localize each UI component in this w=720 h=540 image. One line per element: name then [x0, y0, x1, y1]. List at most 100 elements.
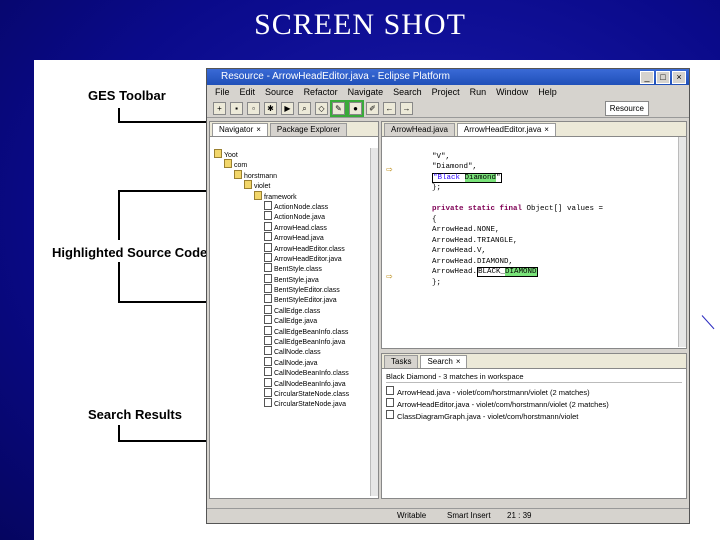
file-icon [264, 377, 272, 387]
tab-tasks[interactable]: Tasks [384, 355, 419, 368]
java-file-icon [386, 386, 394, 395]
run-icon[interactable]: ▶ [281, 101, 294, 115]
back-icon[interactable]: ← [383, 101, 396, 115]
tree-item-label: BentStyle.class [274, 266, 322, 274]
code-text: ArrowHead. [432, 268, 478, 276]
search-result-item[interactable]: ArrowHead.java - violet/com/horstmann/vi… [386, 386, 682, 398]
tree-item[interactable]: framework [214, 190, 378, 201]
menu-bar: File Edit Source Refactor Navigate Searc… [207, 85, 689, 99]
tree-item[interactable]: BentStyle.class [214, 263, 378, 273]
new-icon[interactable]: + [213, 101, 226, 115]
menu-help[interactable]: Help [538, 85, 557, 99]
tree-item-label: CallNode.java [274, 359, 318, 367]
tree-item[interactable]: BentStyleEditor.java [214, 294, 378, 304]
close-button[interactable]: × [672, 71, 686, 84]
status-bar: Writable Smart Insert 21 : 39 [207, 508, 689, 523]
ges-search-icon[interactable]: ● [347, 99, 364, 117]
menu-search[interactable]: Search [393, 85, 422, 99]
tree-item[interactable]: CallEdgeBeanInfo.java [214, 336, 378, 346]
tree-item[interactable]: CircularStateNode.class [214, 387, 378, 398]
tree-item[interactable]: com [214, 159, 378, 169]
annotation-icon[interactable]: ✐ [366, 101, 379, 115]
tree-item[interactable]: CallNode.java [214, 356, 378, 367]
tree-item[interactable]: ArrowHead.java [214, 232, 378, 242]
tree-item[interactable]: horstmann [214, 169, 378, 180]
perspective-switcher[interactable]: Resource [604, 101, 649, 116]
marker-arrow-icon: ⇨ [386, 272, 393, 281]
search-results: Black Diamond - 3 matches in workspace A… [382, 369, 686, 424]
tree-item[interactable]: CallNodeBeanInfo.class [214, 367, 378, 377]
close-icon[interactable]: × [456, 357, 461, 366]
open-type-icon[interactable]: ◇ [315, 101, 328, 115]
tree-item[interactable]: ActionNode.class [214, 200, 378, 211]
tree-item[interactable]: CallNodeBeanInfo.java [214, 377, 378, 388]
menu-navigate[interactable]: Navigate [348, 85, 384, 99]
code-line-highlighted: "Black Diamond" [432, 172, 686, 184]
menu-refactor[interactable]: Refactor [304, 85, 338, 99]
tree-item[interactable]: CircularStateNode.java [214, 398, 378, 408]
file-icon [264, 304, 272, 314]
file-icon [264, 284, 272, 294]
forward-icon[interactable]: → [400, 101, 413, 115]
code-line: ArrowHead.TRIANGLE, [432, 236, 518, 245]
tree-item[interactable]: CallEdge.class [214, 304, 378, 315]
close-icon[interactable]: × [544, 125, 549, 134]
tree-item[interactable]: ArrowHead.class [214, 221, 378, 232]
search-result-item[interactable]: ArrowHeadEditor.java - violet/com/horstm… [386, 398, 682, 410]
tree-item[interactable]: BentStyle.java [214, 273, 378, 284]
tree-item[interactable]: violet [214, 180, 378, 190]
code-line: }; [432, 184, 442, 192]
tree-item[interactable]: ArrowHeadEditor.class [214, 242, 378, 253]
save-icon[interactable]: ▪ [230, 101, 243, 115]
menu-window[interactable]: Window [496, 85, 528, 99]
tab-arrowhead-java[interactable]: ArrowHead.java [384, 123, 455, 136]
tree-item[interactable]: ActionNode.java [214, 211, 378, 221]
tab-navigator[interactable]: Navigator × [212, 123, 268, 136]
tree-item-label: horstmann [244, 172, 278, 180]
menu-file[interactable]: File [215, 85, 230, 99]
tree-item[interactable]: CallEdge.java [214, 315, 378, 325]
tab-search[interactable]: Search × [420, 355, 468, 368]
tree-item[interactable]: CallEdgeBeanInfo.class [214, 325, 378, 336]
tree-item[interactable]: ArrowHeadEditor.java [214, 252, 378, 263]
editor-tabs: ArrowHead.java ArrowHeadEditor.java × [382, 122, 686, 137]
close-icon[interactable]: × [256, 125, 261, 134]
debug-icon[interactable]: ✱ [264, 101, 277, 115]
menu-run[interactable]: Run [470, 85, 487, 99]
menu-project[interactable]: Project [432, 85, 460, 99]
menu-source[interactable]: Source [265, 85, 294, 99]
code-string-end: " [496, 173, 501, 182]
window-title: Resource - ArrowHeadEditor.java - Eclips… [221, 71, 450, 82]
editor-scrollbar[interactable] [678, 137, 686, 347]
callout-search: Search Results [88, 407, 182, 422]
tree-item-label: ActionNode.class [274, 203, 329, 211]
menu-edit[interactable]: Edit [240, 85, 256, 99]
print-icon[interactable]: ▫ [247, 101, 260, 115]
file-icon [264, 315, 272, 325]
leader-source-v2 [118, 262, 120, 302]
tree-item[interactable]: Yoot [214, 149, 378, 159]
tab-arrowheadeditor-java[interactable]: ArrowHeadEditor.java × [456, 123, 556, 136]
minimize-button[interactable]: _ [640, 71, 654, 84]
status-insert-mode: Smart Insert [447, 511, 491, 520]
tree-item-label: ArrowHead.java [274, 235, 324, 243]
tree-item-label: CallNodeBeanInfo.class [274, 370, 349, 378]
search-result-item[interactable]: ClassDiagramGraph.java - violet/com/hors… [386, 410, 682, 422]
folder-icon [234, 169, 242, 179]
navigator-scrollbar[interactable] [370, 148, 378, 496]
tree-item[interactable]: BentStyleEditor.class [214, 284, 378, 294]
callout-toolbar: GES Toolbar [88, 88, 166, 103]
code-line-highlighted: ArrowHead.BLACK_DIAMOND [432, 267, 686, 278]
code-line: "Diamond", [432, 163, 478, 171]
ges-highlight-icon[interactable]: ✎ [330, 99, 347, 117]
tree-item-label: CircularStateNode.java [274, 401, 346, 409]
tree-item-label: BentStyleEditor.java [274, 297, 337, 305]
tab-package-explorer[interactable]: Package Explorer [269, 123, 348, 136]
maximize-button[interactable]: □ [656, 71, 670, 84]
tree-item[interactable]: CallNode.class [214, 346, 378, 356]
java-file-icon [386, 398, 394, 407]
search-icon[interactable]: ⌕ [298, 101, 311, 115]
status-cursor-position: 21 : 39 [507, 511, 532, 520]
editor-view: ArrowHead.java ArrowHeadEditor.java × "V"… [381, 121, 687, 349]
search-result-label: ArrowHeadEditor.java - violet/com/horstm… [397, 400, 609, 409]
